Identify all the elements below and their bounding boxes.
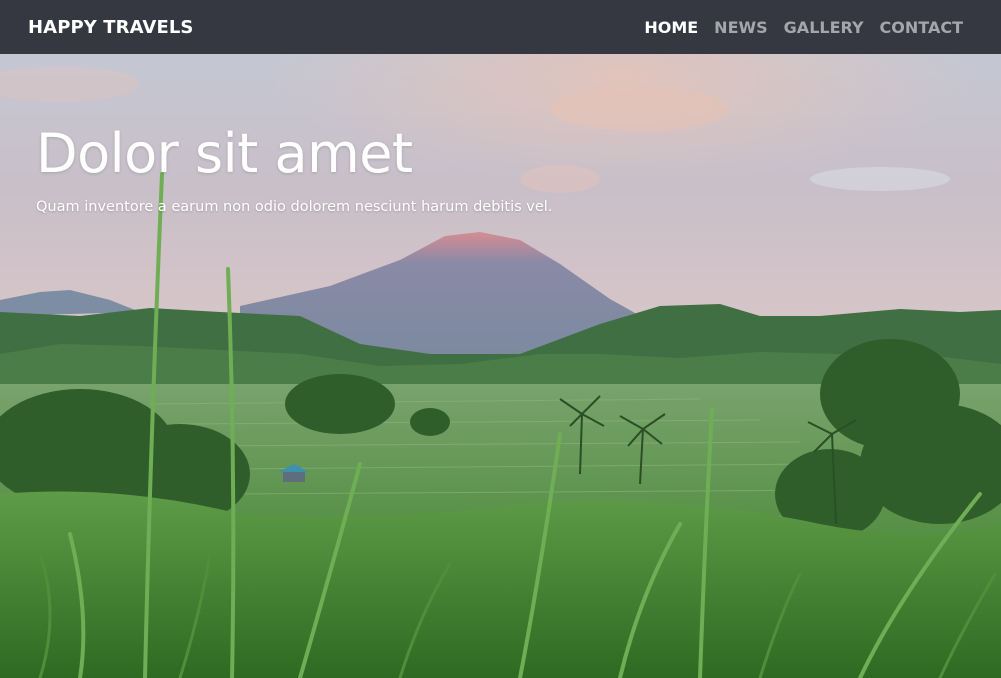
brand-logo-link[interactable]: HAPPY TRAVELS [28, 17, 194, 38]
nav-link-gallery[interactable]: GALLERY [784, 18, 864, 37]
top-navbar: HAPPY TRAVELS HOME NEWS GALLERY CONTACT [0, 0, 1001, 54]
nav-link-home[interactable]: HOME [644, 18, 698, 37]
main-nav: HOME NEWS GALLERY CONTACT [644, 18, 973, 37]
hero-subtitle: Quam inventore a earum non odio dolorem … [36, 199, 553, 215]
hero-title: Dolor sit amet [36, 122, 413, 185]
nav-link-contact[interactable]: CONTACT [880, 18, 963, 37]
nav-link-news[interactable]: NEWS [714, 18, 768, 37]
hero-text-block: Dolor sit amet Quam inventore a earum no… [36, 122, 552, 215]
hero-section: Dolor sit amet Quam inventore a earum no… [0, 54, 1001, 678]
